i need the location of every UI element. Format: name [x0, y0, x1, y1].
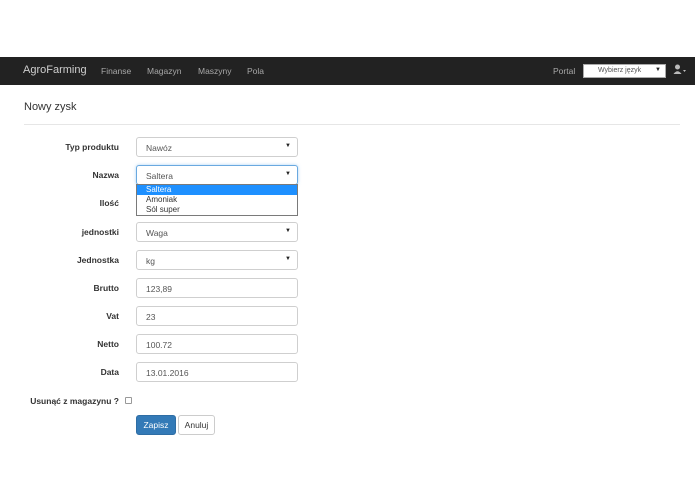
save-button[interactable]: Zapisz — [136, 415, 176, 435]
chevron-down-icon: ▼ — [285, 256, 291, 262]
nazwa-option-sol-super[interactable]: Sól super — [137, 205, 297, 215]
nazwa-option-amoniak[interactable]: Amoniak — [137, 195, 297, 205]
jednostka-value: kg — [146, 256, 155, 266]
label-jednostki: jednostki — [81, 227, 119, 237]
label-vat: Vat — [106, 311, 119, 321]
nazwa-select[interactable]: Saltera ▼ — [136, 165, 298, 185]
brutto-input[interactable]: 123,89 — [136, 278, 298, 298]
label-nazwa: Nazwa — [92, 170, 119, 180]
label-brutto: Brutto — [93, 283, 120, 293]
typ-produktu-value: Nawóz — [146, 143, 172, 153]
cancel-button[interactable]: Anuluj — [178, 415, 215, 435]
vat-input[interactable]: 23 — [136, 306, 298, 326]
chevron-down-icon: ▼ — [285, 143, 291, 149]
nav-link-pola[interactable]: Pola — [247, 66, 264, 76]
chevron-down-icon: ▼ — [285, 171, 291, 177]
chevron-down-icon: ▼ — [655, 67, 661, 73]
netto-value: 100.72 — [146, 340, 172, 350]
jednostka-select[interactable]: kg ▼ — [136, 250, 298, 270]
vat-value: 23 — [146, 312, 156, 322]
data-input[interactable]: 13.01.2016 — [136, 362, 298, 382]
label-ilosc: Ilość — [99, 198, 119, 208]
nav-link-magazyn[interactable]: Magazyn — [147, 66, 182, 76]
label-netto: Netto — [97, 339, 119, 349]
nazwa-option-saltera[interactable]: Saltera — [137, 185, 297, 195]
usun-z-magazynu-checkbox[interactable] — [125, 397, 132, 404]
data-value: 13.01.2016 — [146, 368, 189, 378]
title-divider — [24, 124, 680, 125]
brutto-value: 123,89 — [146, 284, 172, 294]
user-icon[interactable] — [673, 63, 686, 77]
jednostki-value: Waga — [146, 228, 168, 238]
nazwa-dropdown-list: Saltera Amoniak Sól super — [136, 184, 298, 216]
typ-produktu-select[interactable]: Nawóz ▼ — [136, 137, 298, 157]
language-select-value: Wybierz język — [598, 67, 642, 74]
label-typ-produktu: Typ produktu — [65, 142, 119, 152]
language-select[interactable]: Wybierz język ▼ — [583, 64, 666, 78]
label-jednostka: Jednostka — [76, 255, 119, 265]
label-usun-z-magazynu: Usunąć z magazynu ? — [30, 396, 119, 406]
brand-link[interactable]: AgroFarming — [23, 64, 87, 76]
netto-input[interactable]: 100.72 — [136, 334, 298, 354]
label-data: Data — [100, 367, 119, 377]
nav-link-maszyny[interactable]: Maszyny — [198, 66, 232, 76]
nav-link-finanse[interactable]: Finanse — [101, 66, 131, 76]
chevron-down-icon: ▼ — [285, 228, 291, 234]
page-title: Nowy zysk — [24, 101, 77, 113]
nazwa-value: Saltera — [146, 171, 173, 181]
nav-link-portal[interactable]: Portal — [553, 66, 575, 76]
jednostki-select[interactable]: Waga ▼ — [136, 222, 298, 242]
